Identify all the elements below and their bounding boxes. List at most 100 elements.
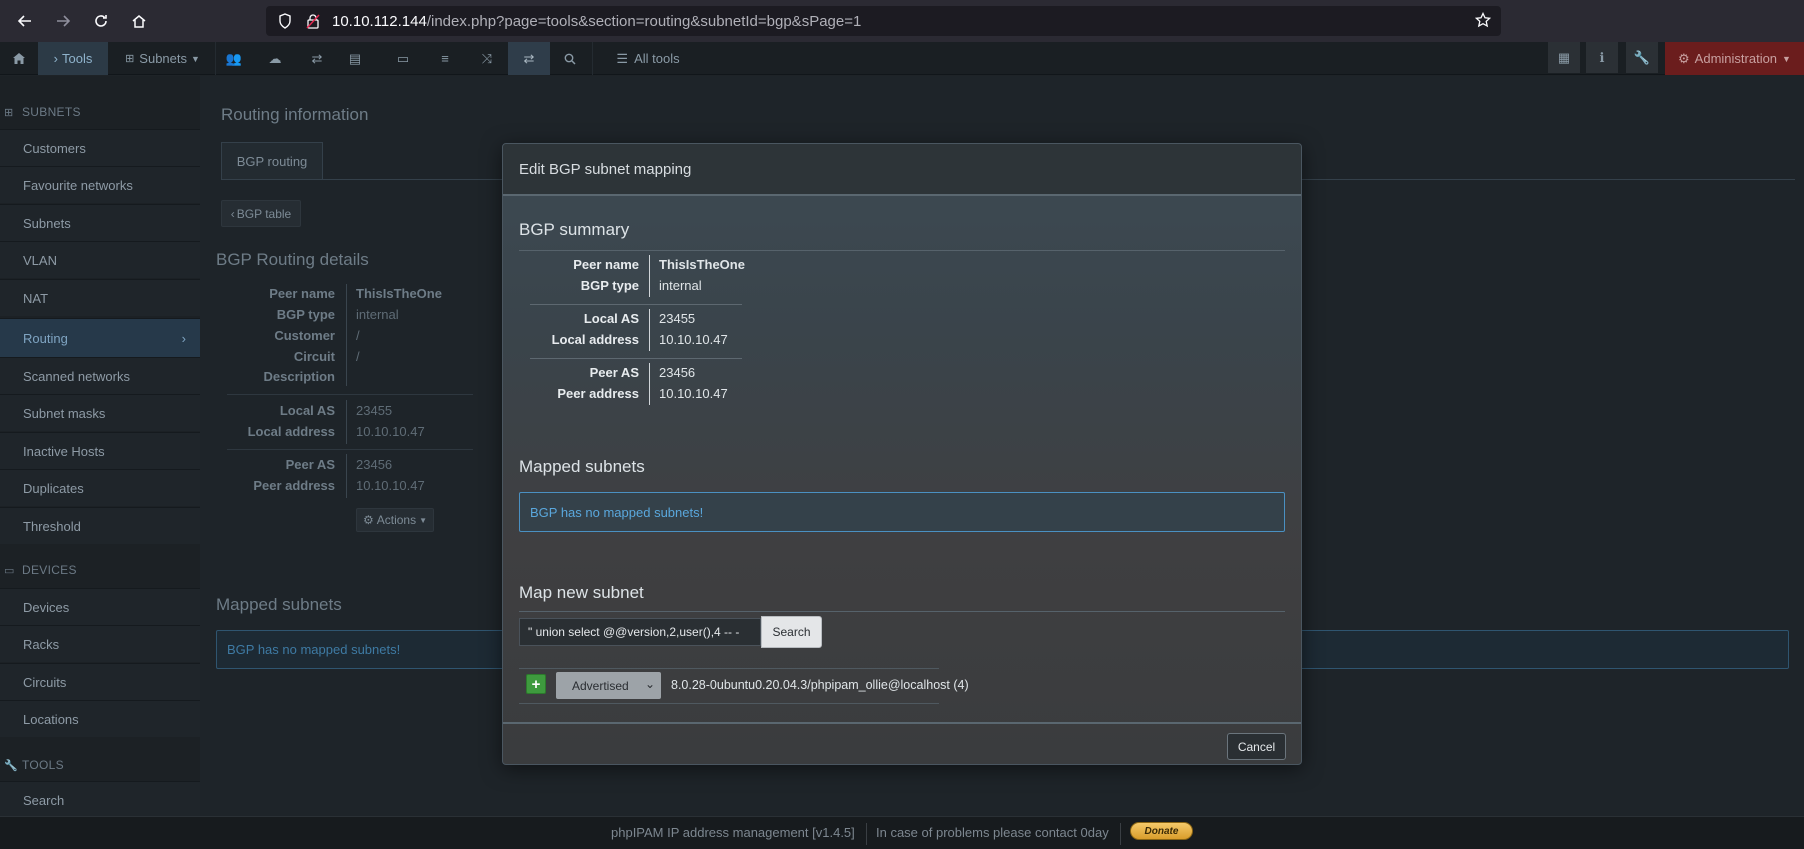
summary-value: 10.10.10.47: [659, 386, 728, 401]
administration-menu[interactable]: ⚙ Administration ▼: [1665, 42, 1804, 75]
users-icon[interactable]: 👥: [220, 42, 248, 75]
chevron-right-icon: ›: [181, 330, 186, 346]
detail-value: ThisIsTheOne: [356, 286, 442, 301]
footer: phpIPAM IP address management [v1.4.5] I…: [0, 816, 1804, 849]
advertised-select[interactable]: Advertised ⌄: [556, 672, 661, 699]
cloud-icon[interactable]: ☁: [260, 42, 290, 75]
sidebar-item-favourite-networks[interactable]: Favourite networks: [0, 166, 200, 203]
actions-dropdown[interactable]: ⚙ Actions ▼: [356, 508, 434, 532]
sidebar-item-subnet-masks[interactable]: Subnet masks: [0, 394, 200, 431]
exchange-icon[interactable]: ⇄: [302, 42, 332, 75]
detail-label: Customer: [274, 328, 335, 343]
desktop-icon[interactable]: ▭: [388, 42, 418, 75]
random-icon[interactable]: ⤨: [472, 42, 502, 75]
sidebar-item-racks[interactable]: Racks: [0, 625, 200, 662]
summary-label: Local address: [551, 332, 639, 347]
summary-value: 23455: [659, 311, 696, 326]
donate-button[interactable]: Donate: [1130, 822, 1193, 840]
summary-label: Peer name: [573, 257, 639, 272]
search-result-subnet: 8.0.28-0ubuntu0.20.04.3/phpipam_ollie@lo…: [671, 678, 969, 692]
plus-icon: +: [531, 675, 541, 693]
bookmark-star-icon[interactable]: [1474, 11, 1492, 32]
forward-arrow-icon[interactable]: [50, 8, 76, 34]
nav-all-tools[interactable]: ☰ All tools: [600, 42, 696, 75]
detail-label: Peer name: [269, 286, 335, 301]
footer-version: phpIPAM IP address management [v1.4.5]: [611, 825, 855, 840]
summary-label: Local AS: [583, 311, 639, 326]
search-button[interactable]: Search: [761, 616, 822, 648]
caret-down-icon: ▼: [1782, 53, 1791, 64]
bgp-table-back-button[interactable]: ‹ BGP table: [221, 200, 301, 227]
sidebar-item-nat[interactable]: NAT: [0, 279, 200, 316]
summary-value: internal: [659, 278, 702, 293]
detail-label: Peer AS: [285, 457, 335, 472]
detail-label: Local address: [247, 424, 335, 439]
detail-value: 23455: [356, 403, 393, 418]
sidebar-item-routing[interactable]: Routing ›: [0, 318, 200, 357]
detail-value: internal: [356, 307, 399, 322]
sidebar: ⊞ SUBNETS Customers Favourite networks Su…: [0, 76, 200, 818]
sidebar-item-inactive-hosts[interactable]: Inactive Hosts: [0, 432, 200, 469]
sidebar-section-devices: ▭ DEVICES: [4, 563, 77, 577]
detail-value: 10.10.10.47: [356, 424, 425, 439]
no-mapped-subnets-alert: BGP has no mapped subnets!: [519, 492, 1285, 532]
reload-icon[interactable]: [88, 8, 114, 34]
summary-label: Peer address: [557, 386, 639, 401]
detail-value: 10.10.10.47: [356, 478, 425, 493]
sidebar-item-threshold[interactable]: Threshold: [0, 507, 200, 544]
summary-value: 10.10.10.47: [659, 332, 728, 347]
chevron-left-icon: ‹: [230, 206, 235, 221]
sidebar-item-locations[interactable]: Locations: [0, 700, 200, 737]
sidebar-item-vlan[interactable]: VLAN: [0, 241, 200, 278]
sitemap-icon: ⊞: [125, 53, 135, 65]
map-new-subnet-title: Map new subnet: [519, 583, 644, 602]
url-bar[interactable]: 10.10.112.144/index.php?page=tools&secti…: [266, 6, 1501, 36]
insecure-lock-icon: [304, 12, 322, 30]
desktop-icon: ▭: [4, 564, 15, 577]
list-icon[interactable]: ≡: [430, 42, 460, 75]
nav-subnets[interactable]: ⊞ Subnets ▼: [120, 42, 205, 75]
sidebar-item-scanned-networks[interactable]: Scanned networks: [0, 357, 200, 394]
mapped-subnets-title: Mapped subnets: [519, 457, 645, 476]
detail-label: Description: [263, 369, 335, 384]
wrench-icon: 🔧: [4, 759, 18, 772]
summary-label: BGP type: [580, 278, 639, 293]
chevron-right-icon: ›: [53, 51, 58, 66]
summary-value: ThisIsTheOne: [659, 257, 745, 272]
wrench-icon[interactable]: 🔧: [1626, 42, 1658, 73]
caret-down-icon: ▼: [419, 515, 428, 525]
nav-tools[interactable]: › Tools: [38, 42, 108, 75]
back-arrow-icon[interactable]: [12, 8, 38, 34]
url-host: 10.10.112.144: [332, 12, 427, 30]
tab-bgp-routing[interactable]: BGP routing: [221, 142, 323, 180]
summary-label: Peer AS: [589, 365, 639, 380]
search-nav-icon[interactable]: [555, 42, 585, 75]
sidebar-item-subnets[interactable]: Subnets: [0, 204, 200, 241]
shield-icon: [276, 12, 294, 30]
detail-value: /: [356, 328, 360, 343]
routing-nav-icon[interactable]: ⇄: [508, 42, 550, 75]
detail-label: Peer address: [253, 478, 335, 493]
grid-icon[interactable]: ▦: [1548, 42, 1580, 73]
sidebar-item-devices[interactable]: Devices: [0, 588, 200, 625]
info-icon[interactable]: ℹ: [1586, 42, 1618, 73]
app-top-nav: › Tools ⊞ Subnets ▼ 👥 ☁ ⇄ ▤ ▭ ≡ ⤨ ⇄ ☰ All to…: [0, 42, 1804, 75]
add-mapping-button[interactable]: +: [526, 674, 546, 694]
subnet-search-input[interactable]: " union select @@version,2,user(),4 -- -: [519, 618, 761, 646]
details-title: BGP Routing details: [216, 250, 369, 269]
cogs-icon: ⚙: [362, 513, 374, 527]
home-nav-icon[interactable]: [0, 42, 38, 75]
caret-down-icon: ▼: [191, 53, 200, 64]
cancel-button[interactable]: Cancel: [1227, 733, 1286, 760]
map-icon[interactable]: ▤: [340, 42, 370, 75]
detail-value: /: [356, 349, 360, 364]
sidebar-item-duplicates[interactable]: Duplicates: [0, 469, 200, 506]
sidebar-item-circuits[interactable]: Circuits: [0, 663, 200, 700]
footer-contact[interactable]: In case of problems please contact 0day: [876, 825, 1109, 840]
detail-label: Local AS: [279, 403, 335, 418]
cog-icon: ⚙: [1678, 50, 1690, 66]
home-icon[interactable]: [126, 8, 152, 34]
list-alt-icon: ☰: [616, 50, 629, 66]
sidebar-item-search[interactable]: Search: [0, 781, 200, 818]
sidebar-item-customers[interactable]: Customers: [0, 129, 200, 166]
